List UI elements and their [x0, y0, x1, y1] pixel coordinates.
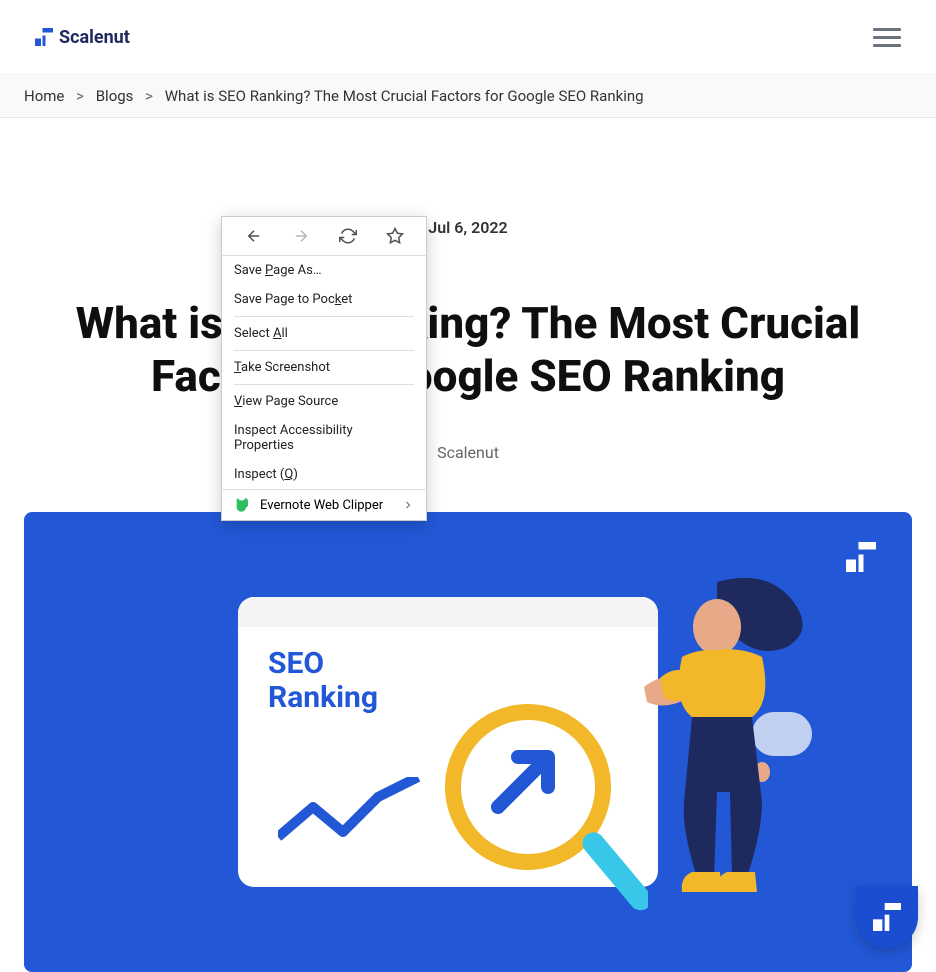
nav-back-icon[interactable]: [245, 227, 263, 245]
nav-bookmark-icon[interactable]: [386, 227, 404, 245]
chevron-right-icon: [402, 499, 414, 511]
article-title: What is SEO Ranking? The Most Crucial Fa…: [24, 297, 912, 403]
nav-forward-icon[interactable]: [292, 227, 310, 245]
context-menu-screenshot[interactable]: Take Screenshot: [222, 353, 426, 382]
browser-context-menu: Save Page As… Save Page to Pocket Select…: [221, 216, 427, 521]
breadcrumb-blogs[interactable]: Blogs: [96, 87, 134, 105]
context-menu-inspect[interactable]: Inspect (Q): [222, 460, 426, 489]
brand-name: Scalenut: [59, 27, 130, 48]
breadcrumb-current: What is SEO Ranking? The Most Crucial Fa…: [165, 87, 644, 105]
article-date: Jul 6, 2022: [24, 218, 912, 237]
context-menu-view-source[interactable]: View Page Source: [222, 387, 426, 416]
hamburger-menu-button[interactable]: [873, 23, 901, 52]
article-content: Jul 6, 2022 What is SEO Ranking? The Mos…: [0, 118, 936, 462]
site-header: Scalenut: [0, 0, 936, 75]
context-menu-save-as[interactable]: Save Page As…: [222, 256, 426, 285]
scalenut-logo-icon: [35, 28, 53, 46]
breadcrumb-home[interactable]: Home: [24, 87, 64, 105]
hero-brand-icon: [846, 542, 876, 572]
person-illustration: [622, 572, 812, 912]
article-author: Scalenut: [24, 443, 912, 462]
breadcrumb-separator: >: [145, 87, 153, 105]
breadcrumb: Home > Blogs > What is SEO Ranking? The …: [0, 75, 936, 118]
context-menu-inspect-a11y[interactable]: Inspect Accessibility Properties: [222, 416, 426, 460]
nav-reload-icon[interactable]: [339, 227, 357, 245]
brand-logo[interactable]: Scalenut: [35, 27, 130, 48]
scalenut-badge-icon: [873, 903, 901, 931]
chart-line-icon: [278, 777, 438, 857]
magnifier-icon: [438, 697, 648, 927]
breadcrumb-separator: >: [76, 87, 84, 105]
hero-image: SEO Ranking: [24, 512, 912, 972]
evernote-icon: [234, 497, 250, 513]
context-menu-save-pocket[interactable]: Save Page to Pocket: [222, 285, 426, 314]
context-menu-select-all[interactable]: Select All: [222, 319, 426, 348]
context-menu-nav: [222, 217, 426, 256]
hero-card: SEO Ranking: [238, 597, 658, 887]
floating-help-button[interactable]: [856, 886, 918, 948]
context-menu-evernote[interactable]: Evernote Web Clipper: [222, 489, 426, 520]
